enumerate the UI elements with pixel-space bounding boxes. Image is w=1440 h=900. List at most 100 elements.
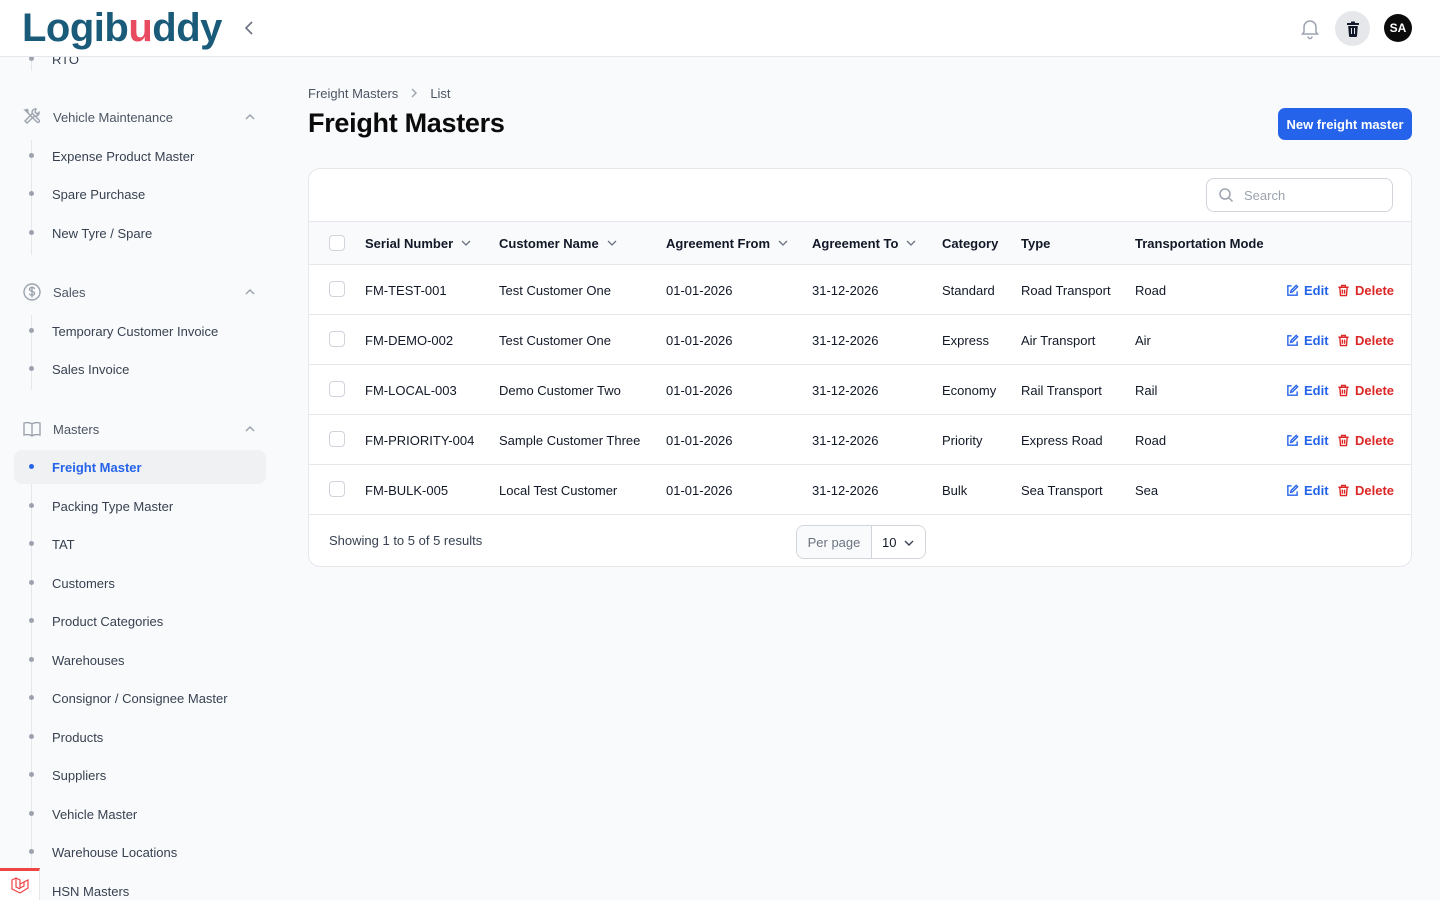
cell-agreement-from: 01-01-2026 — [666, 482, 733, 498]
per-page-select[interactable]: Per page 10 — [796, 525, 926, 559]
row-checkbox[interactable] — [329, 281, 345, 297]
delete-button[interactable]: Delete — [1337, 282, 1394, 298]
sidebar-group-sales[interactable]: Sales — [22, 280, 262, 304]
sidebar-item-label: RTO — [52, 57, 79, 67]
sidebar-group-label: Vehicle Maintenance — [53, 109, 173, 125]
cell-category: Economy — [942, 382, 997, 398]
chevron-down-icon — [778, 240, 788, 246]
edit-button[interactable]: Edit — [1286, 482, 1329, 498]
per-page-dropdown[interactable]: 10 — [872, 526, 925, 558]
delete-label: Delete — [1355, 432, 1395, 448]
sidebar-item-temporary-customer-invoice[interactable]: Temporary Customer Invoice — [14, 314, 266, 348]
sidebar-item-label: Vehicle Master — [52, 806, 138, 822]
edit-button[interactable]: Edit — [1286, 332, 1329, 348]
column-label: Agreement From — [666, 235, 771, 251]
cell-agreement-from: 01-01-2026 — [666, 332, 733, 348]
row-checkbox[interactable] — [329, 331, 345, 347]
sidebar-item-new-tyre-spare[interactable]: New Tyre / Spare — [14, 216, 266, 250]
delete-button[interactable]: Delete — [1337, 332, 1394, 348]
cell-transportation-mode: Road — [1135, 282, 1167, 298]
select-all-checkbox[interactable] — [329, 235, 345, 251]
bullet-icon — [29, 772, 34, 777]
bullet-icon — [29, 618, 34, 623]
sidebar-group-masters[interactable]: Masters — [22, 417, 262, 441]
page-title: Freight Masters — [308, 108, 505, 138]
bullet-icon — [29, 849, 34, 854]
sidebar-item-warehouse-locations[interactable]: Warehouse Locations — [14, 835, 266, 869]
sidebar-item-rto[interactable]: RTO — [14, 57, 266, 76]
sidebar-item-label: Consignor / Consignee Master — [52, 690, 228, 706]
sidebar-item-freight-master[interactable]: Freight Master — [14, 450, 266, 484]
cell-type: Road Transport — [1021, 282, 1111, 298]
app-logo[interactable]: Logibuddy — [22, 4, 222, 52]
search-box — [1206, 178, 1393, 212]
edit-label: Edit — [1304, 382, 1329, 398]
sidebar-collapse-button[interactable] — [238, 16, 260, 40]
edit-button[interactable]: Edit — [1286, 432, 1329, 448]
sidebar-item-expense-product-master[interactable]: Expense Product Master — [14, 139, 266, 173]
row-checkbox[interactable] — [329, 431, 345, 447]
sidebar-item-customers[interactable]: Customers — [14, 566, 266, 600]
column-header-category: Category — [942, 222, 998, 264]
chevron-down-icon — [906, 240, 916, 246]
laravel-debug-button[interactable] — [0, 868, 40, 900]
pagination-summary: Showing 1 to 5 of 5 results — [329, 533, 483, 548]
sidebar-item-label: Warehouses — [52, 652, 125, 668]
sidebar-item-consignor-consignee-master[interactable]: Consignor / Consignee Master — [14, 681, 266, 715]
trash-icon — [1338, 484, 1349, 496]
avatar[interactable]: SA — [1384, 14, 1412, 42]
bullet-icon — [29, 657, 34, 662]
cell-agreement-to: 31-12-2026 — [812, 382, 879, 398]
column-header-type: Type — [1021, 222, 1050, 264]
trash-button[interactable] — [1335, 11, 1370, 46]
column-header-customer-name[interactable]: Customer Name — [499, 222, 618, 264]
delete-button[interactable]: Delete — [1337, 382, 1394, 398]
row-checkbox[interactable] — [329, 481, 345, 497]
column-header-agreement-to[interactable]: Agreement To — [812, 222, 917, 264]
search-input[interactable] — [1244, 187, 1384, 203]
edit-button[interactable]: Edit — [1286, 282, 1329, 298]
sidebar-item-warehouses[interactable]: Warehouses — [14, 643, 266, 677]
bell-icon — [1301, 20, 1319, 40]
cell-customer-name: Demo Customer Two — [499, 382, 621, 398]
top-bar: Logibuddy SA — [0, 0, 1440, 57]
logo-text: Logib — [22, 6, 129, 50]
cell-type: Rail Transport — [1021, 382, 1102, 398]
new-freight-master-button[interactable]: New freight master — [1278, 108, 1412, 140]
sidebar-item-product-categories[interactable]: Product Categories — [14, 604, 266, 638]
sidebar-item-products[interactable]: Products — [14, 720, 266, 754]
bullet-icon — [29, 328, 34, 333]
sidebar-item-label: Products — [52, 729, 104, 745]
edit-button[interactable]: Edit — [1286, 382, 1329, 398]
cell-agreement-from: 01-01-2026 — [666, 382, 733, 398]
cell-serial-number: FM-DEMO-002 — [365, 332, 454, 348]
delete-button[interactable]: Delete — [1337, 432, 1394, 448]
chevron-up-icon — [245, 288, 255, 295]
sidebar-item-hsn-masters[interactable]: HSN Masters — [14, 874, 266, 900]
edit-label: Edit — [1304, 332, 1329, 348]
column-header-agreement-from[interactable]: Agreement From — [666, 222, 789, 264]
sidebar-item-tat[interactable]: TAT — [14, 527, 266, 561]
column-header-serial-number[interactable]: Serial Number — [365, 222, 472, 264]
sidebar-item-label: Temporary Customer Invoice — [52, 323, 219, 339]
edit-label: Edit — [1304, 432, 1329, 448]
sidebar-item-vehicle-master[interactable]: Vehicle Master — [14, 797, 266, 831]
sidebar-group-vehicle-maintenance[interactable]: Vehicle Maintenance — [22, 105, 262, 129]
bullet-icon — [29, 464, 34, 469]
bullet-icon — [29, 541, 34, 546]
sidebar-item-label: HSN Masters — [52, 883, 130, 899]
table-row: FM-TEST-001 Test Customer One 01-01-2026… — [309, 265, 1411, 315]
sidebar-item-suppliers[interactable]: Suppliers — [14, 758, 266, 792]
delete-button[interactable]: Delete — [1337, 482, 1394, 498]
breadcrumb-parent-link[interactable]: Freight Masters — [308, 86, 398, 101]
chevron-up-icon — [245, 113, 255, 120]
sidebar-item-spare-purchase[interactable]: Spare Purchase — [14, 177, 266, 211]
sidebar-item-label: Packing Type Master — [52, 498, 174, 514]
sidebar-item-packing-type-master[interactable]: Packing Type Master — [14, 489, 266, 523]
delete-label: Delete — [1355, 482, 1395, 498]
notifications-button[interactable] — [1298, 16, 1322, 40]
sidebar-group-label: Masters — [53, 421, 100, 437]
row-checkbox[interactable] — [329, 381, 345, 397]
sidebar-item-sales-invoice[interactable]: Sales Invoice — [14, 352, 266, 386]
cell-agreement-to: 31-12-2026 — [812, 282, 879, 298]
